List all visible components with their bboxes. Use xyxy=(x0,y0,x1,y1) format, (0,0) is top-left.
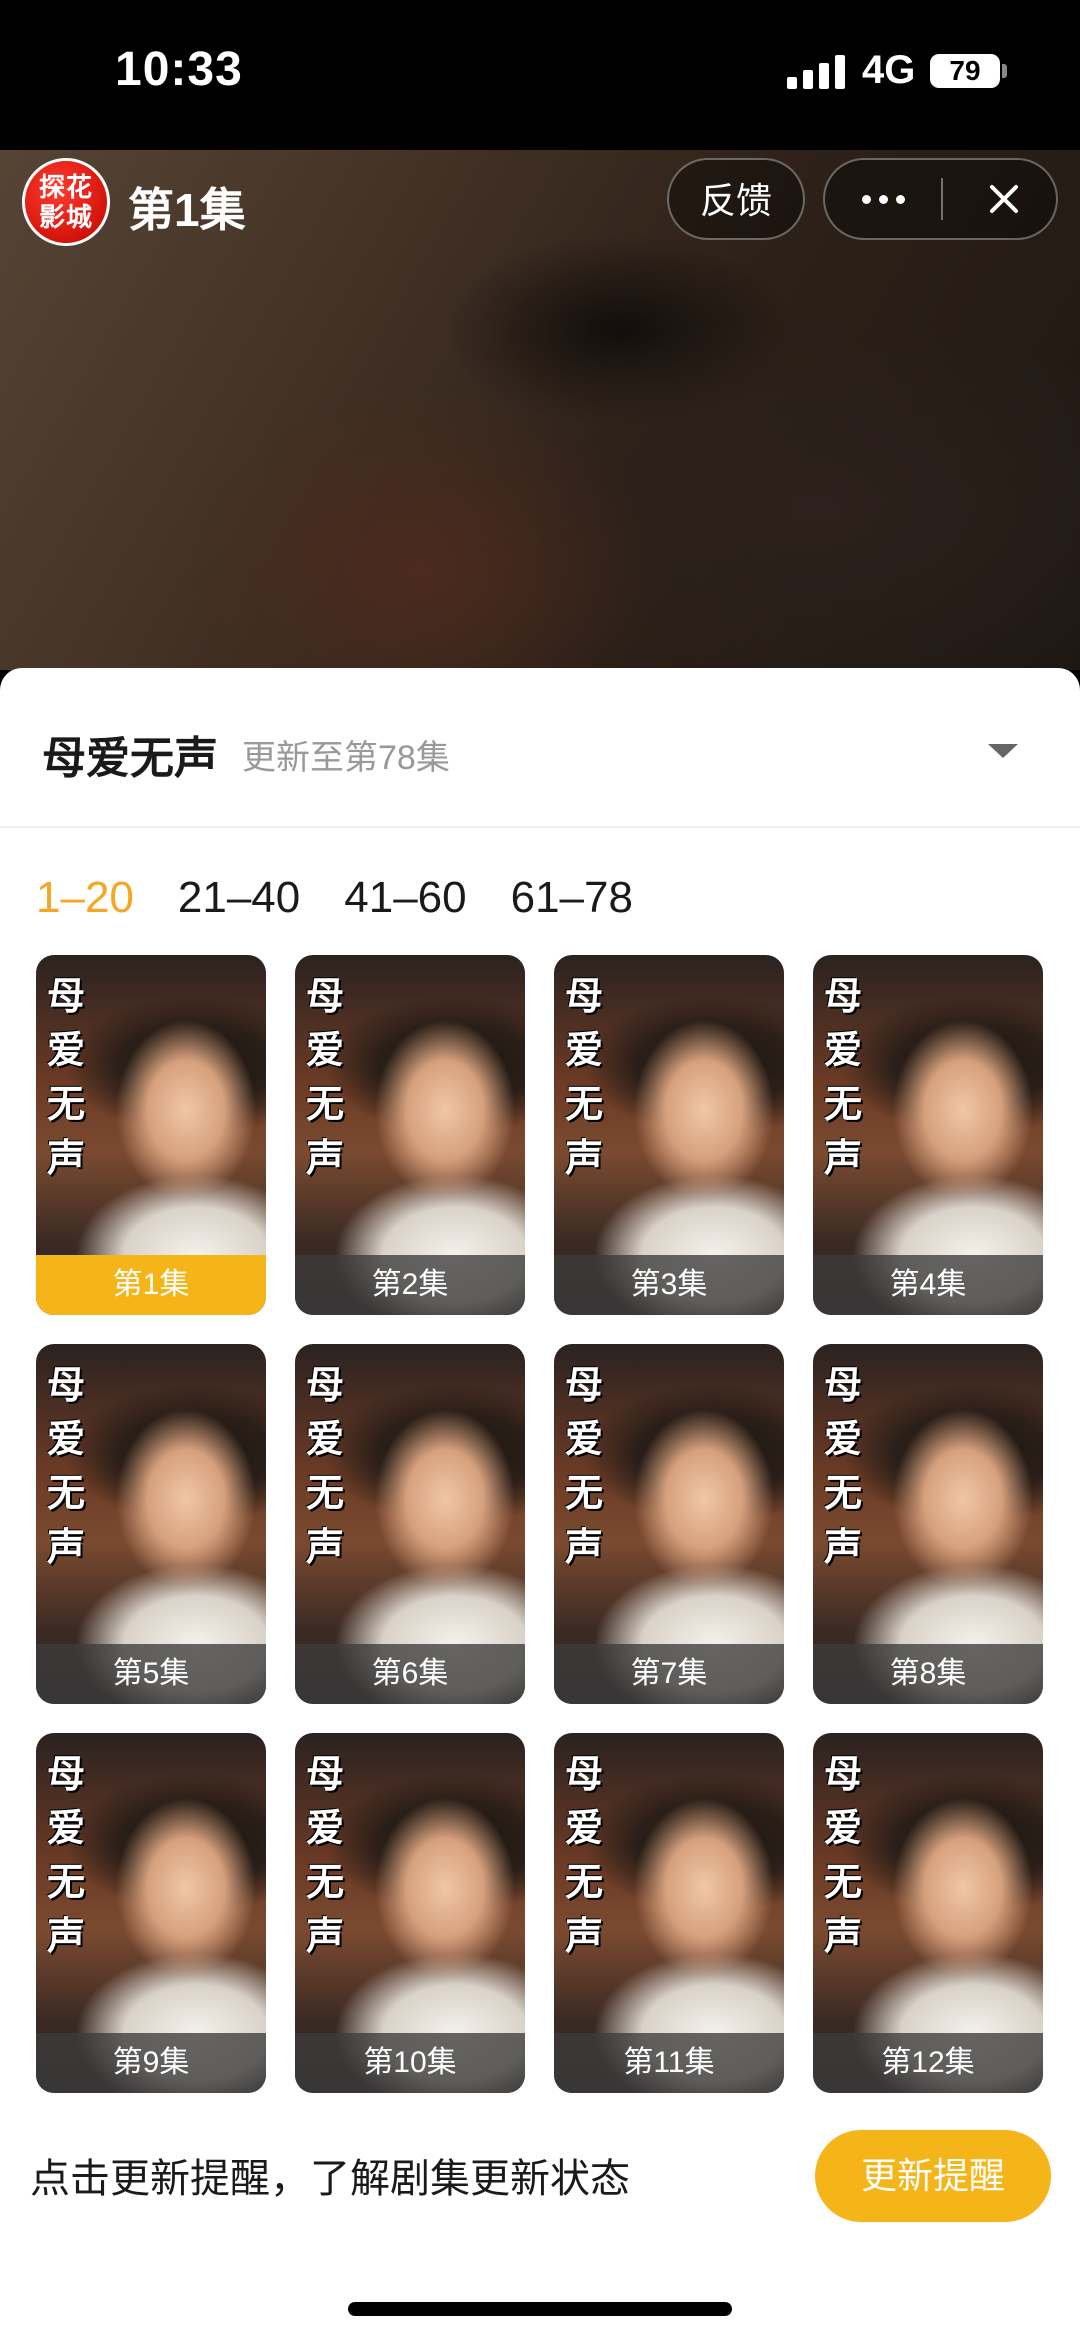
episode-label: 第2集 xyxy=(295,1255,525,1315)
episode-card[interactable]: 母爱无声 第6集 xyxy=(295,1344,525,1704)
episode-label: 第3集 xyxy=(554,1255,784,1315)
poster-title: 母爱无声 xyxy=(305,973,344,1180)
episode-label: 第8集 xyxy=(813,1644,1043,1704)
episode-card[interactable]: 母爱无声 第4集 xyxy=(813,955,1043,1315)
poster-title: 母爱无声 xyxy=(564,973,603,1180)
poster-title: 母爱无声 xyxy=(823,1362,862,1569)
episode-card[interactable]: 母爱无声 第11集 xyxy=(554,1733,784,2093)
series-title: 母爱无声 xyxy=(42,734,218,783)
range-tab-1-20[interactable]: 1–20 xyxy=(36,868,134,928)
episode-card[interactable]: 母爱无声 第7集 xyxy=(554,1344,784,1704)
episode-label: 第7集 xyxy=(554,1644,784,1704)
signal-icon xyxy=(787,55,847,89)
episode-card[interactable]: 母爱无声 第5集 xyxy=(36,1344,266,1704)
episode-label: 第10集 xyxy=(295,2033,525,2093)
player-header: 探花 影城 第1集 反馈 xyxy=(0,150,1080,260)
range-tabs: 1–20 21–40 41–60 61–78 xyxy=(36,868,633,928)
battery-nub xyxy=(1002,64,1007,78)
episode-label: 第5集 xyxy=(36,1644,266,1704)
episode-card[interactable]: 母爱无声 第10集 xyxy=(295,1733,525,2093)
range-tab-21-40[interactable]: 21–40 xyxy=(178,868,300,928)
poster-title: 母爱无声 xyxy=(305,1751,344,1958)
episode-label: 第12集 xyxy=(813,2033,1043,2093)
chevron-down-icon[interactable] xyxy=(988,744,1018,758)
poster-title: 母爱无声 xyxy=(823,1751,862,1958)
range-tab-41-60[interactable]: 41–60 xyxy=(344,868,466,928)
status-time: 10:33 xyxy=(115,43,243,96)
poster-title: 母爱无声 xyxy=(305,1362,344,1569)
poster-title: 母爱无声 xyxy=(564,1362,603,1569)
episode-card[interactable]: 母爱无声 第8集 xyxy=(813,1344,1043,1704)
mini-program-capsule xyxy=(823,158,1058,240)
close-icon[interactable] xyxy=(943,160,1058,238)
reminder-text: 点击更新提醒，了解剧集更新状态 xyxy=(30,2157,630,2201)
home-indicator[interactable] xyxy=(348,2302,732,2316)
more-dots-icon[interactable] xyxy=(825,160,942,238)
logo-text-line2: 影城 xyxy=(38,202,93,232)
poster-title: 母爱无声 xyxy=(46,1751,85,1958)
logo-text-line1: 探花 xyxy=(38,172,93,202)
episode-card[interactable]: 母爱无声 第9集 xyxy=(36,1733,266,2093)
episode-label: 第1集 xyxy=(36,1255,266,1315)
feedback-button[interactable]: 反馈 xyxy=(667,158,805,240)
network-type: 4G xyxy=(862,48,916,92)
episode-card[interactable]: 母爱无声 第1集 xyxy=(36,955,266,1315)
poster-title: 母爱无声 xyxy=(564,1751,603,1958)
status-bar: 10:33 4G 79 xyxy=(0,0,1080,150)
poster-title: 母爱无声 xyxy=(46,973,85,1180)
episode-label: 第9集 xyxy=(36,2033,266,2093)
range-tab-61-78[interactable]: 61–78 xyxy=(511,868,633,928)
series-header[interactable]: 母爱无声 更新至第78集 xyxy=(0,668,1080,828)
update-reminder-button[interactable]: 更新提醒 xyxy=(815,2130,1051,2222)
episode-label: 第6集 xyxy=(295,1644,525,1704)
episode-card[interactable]: 母爱无声 第2集 xyxy=(295,955,525,1315)
episode-label: 第4集 xyxy=(813,1255,1043,1315)
poster-title: 母爱无声 xyxy=(823,973,862,1180)
battery-icon: 79 xyxy=(930,54,1000,88)
episode-title: 第1集 xyxy=(128,184,246,236)
app-logo[interactable]: 探花 影城 xyxy=(22,158,110,246)
episode-card[interactable]: 母爱无声 第3集 xyxy=(554,955,784,1315)
episode-sheet: 母爱无声 更新至第78集 1–20 21–40 41–60 61–78 母爱无声… xyxy=(0,668,1080,2337)
episode-card[interactable]: 母爱无声 第12集 xyxy=(813,1733,1043,2093)
poster-title: 母爱无声 xyxy=(46,1362,85,1569)
episode-label: 第11集 xyxy=(554,2033,784,2093)
series-update-status: 更新至第78集 xyxy=(242,739,450,777)
